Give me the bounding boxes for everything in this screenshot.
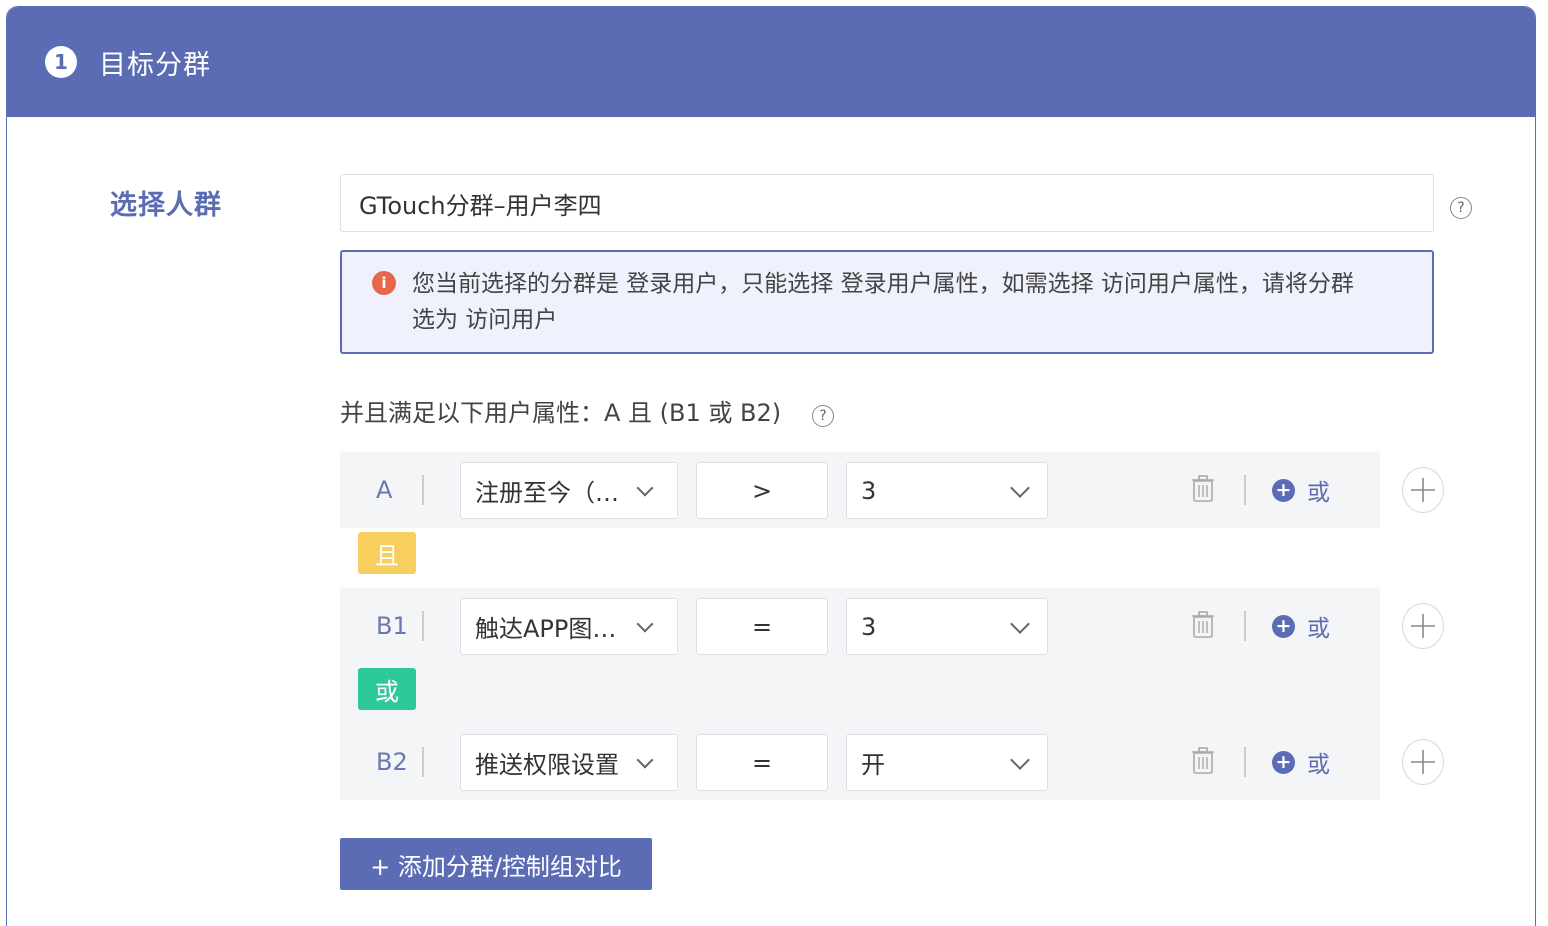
operator-select[interactable]: > <box>696 462 828 519</box>
trash-icon[interactable] <box>1192 611 1214 639</box>
or-label: 或 <box>1307 752 1330 778</box>
rule-row: B1 触达APP图… = 3 + 或 <box>340 588 1444 664</box>
divider <box>1244 747 1246 777</box>
trash-icon[interactable] <box>1192 747 1214 775</box>
or-label: 或 <box>1307 616 1330 642</box>
value-select[interactable]: 3 <box>846 462 1048 519</box>
info-notice: i 您当前选择的分群是 登录用户，只能选择 登录用户属性，如需选择 访问用户属性… <box>340 250 1434 354</box>
divider <box>422 611 424 641</box>
add-or-condition-button[interactable]: + 或 <box>1272 588 1330 664</box>
add-or-condition-button[interactable]: + 或 <box>1272 724 1330 800</box>
attribute-value: 推送权限设置 <box>475 751 619 779</box>
divider <box>422 475 424 505</box>
value-select[interactable]: 开 <box>846 734 1048 791</box>
plus-icon <box>1411 750 1435 774</box>
add-group-comparison-button[interactable]: + 添加分群/控制组对比 <box>340 838 652 890</box>
add-and-condition-button[interactable] <box>1402 603 1444 649</box>
operator-select[interactable]: = <box>696 734 828 791</box>
attribute-value: 触达APP图… <box>475 615 617 643</box>
audience-label: 选择人群 <box>110 190 222 221</box>
trash-icon[interactable] <box>1192 475 1214 503</box>
or-label: 或 <box>1307 480 1330 506</box>
card-header: 1 目标分群 <box>7 7 1535 117</box>
notice-text: 您当前选择的分群是 登录用户，只能选择 登录用户属性，如需选择 访问用户属性，请… <box>412 271 1354 333</box>
rule-row: B2 推送权限设置 = 开 + 或 <box>340 724 1444 800</box>
rule-row: A 注册至今（… > 3 + 或 <box>340 452 1444 528</box>
info-icon: i <box>372 271 396 295</box>
rule-label: B1 <box>376 612 408 640</box>
add-and-condition-button[interactable] <box>1402 739 1444 785</box>
value-text: 开 <box>861 751 885 779</box>
plus-icon <box>1411 478 1435 502</box>
value-text: 3 <box>861 476 877 505</box>
plus-circle-icon: + <box>1272 750 1295 774</box>
chevron-down-icon <box>636 479 654 497</box>
audience-select[interactable]: GTouch分群–用户李四 <box>340 174 1434 232</box>
attribute-select[interactable]: 注册至今（… <box>460 462 678 519</box>
add-or-condition-button[interactable]: + 或 <box>1272 452 1330 528</box>
chevron-down-icon <box>1010 614 1030 634</box>
plus-circle-icon: + <box>1272 614 1295 638</box>
attribute-select[interactable]: 触达APP图… <box>460 598 678 655</box>
plus-circle-icon: + <box>1272 478 1295 502</box>
rule-label: A <box>376 476 393 504</box>
help-icon[interactable]: ? <box>812 405 834 427</box>
and-connector-badge[interactable]: 且 <box>358 532 416 574</box>
help-icon[interactable]: ? <box>1450 197 1472 219</box>
or-connector-badge[interactable]: 或 <box>358 668 416 710</box>
divider <box>422 747 424 777</box>
rule-label: B2 <box>376 748 408 776</box>
attribute-value: 注册至今（… <box>475 479 619 507</box>
divider <box>1244 475 1246 505</box>
chevron-down-icon <box>1010 478 1030 498</box>
value-select[interactable]: 3 <box>846 598 1048 655</box>
section-title: 目标分群 <box>99 49 211 81</box>
chevron-down-icon <box>1010 750 1030 770</box>
step-number-badge: 1 <box>45 46 77 78</box>
divider <box>1244 611 1246 641</box>
value-text: 3 <box>861 612 877 641</box>
chevron-down-icon <box>636 751 654 769</box>
plus-icon <box>1411 614 1435 638</box>
chevron-down-icon <box>636 615 654 633</box>
condition-description: 并且满足以下用户属性：A 且 (B1 或 B2) <box>340 399 782 427</box>
add-and-condition-button[interactable] <box>1402 467 1444 513</box>
operator-select[interactable]: = <box>696 598 828 655</box>
attribute-select[interactable]: 推送权限设置 <box>460 734 678 791</box>
